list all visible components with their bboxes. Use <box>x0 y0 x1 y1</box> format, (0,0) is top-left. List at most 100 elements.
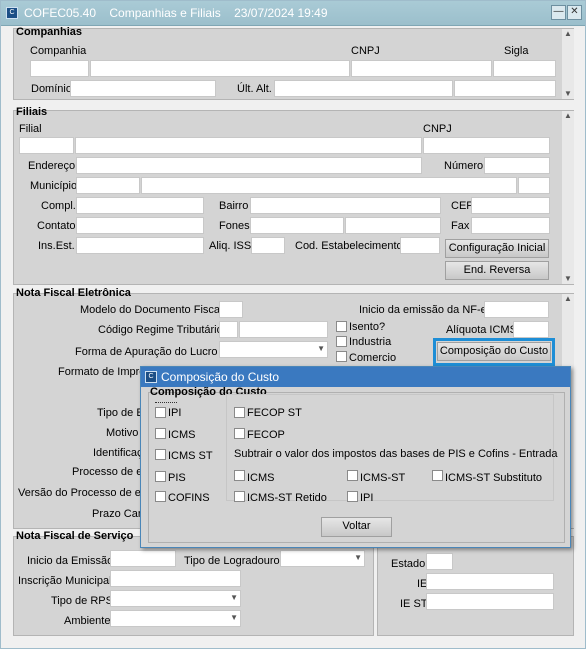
inscricao-municipal-label: Inscrição Municipal <box>18 575 112 587</box>
fax-input[interactable] <box>471 217 550 234</box>
dominio-input[interactable] <box>70 80 216 97</box>
minimize-button[interactable]: — <box>551 5 566 20</box>
modelo-documento-label: Modelo do Documento Fiscal <box>80 304 223 316</box>
inicio-emissao-nfe-label: Inicio da emissão da NF-e <box>359 304 487 316</box>
aliquota-icms-label: Alíquota ICMS <box>446 324 517 336</box>
dialog-titlebar: C Composição do Custo <box>141 367 570 387</box>
formato-impressao-label: Formato de Impre <box>58 366 146 378</box>
inscricao-municipal-input[interactable] <box>110 570 241 587</box>
companhia-label: Companhia <box>30 45 87 57</box>
chevron-down-icon[interactable]: ▼ <box>230 613 238 622</box>
compl-input[interactable] <box>76 197 204 214</box>
companhias-scrollbar[interactable]: ▲ ▼ <box>562 29 574 99</box>
ambiente-select[interactable]: ▼ <box>110 610 241 627</box>
aliq-iss-input[interactable] <box>251 237 285 254</box>
regime-tributario-code-input[interactable] <box>219 321 238 338</box>
pis-checkbox[interactable] <box>155 471 166 482</box>
scroll-up-icon[interactable]: ▲ <box>562 111 574 121</box>
isento-checkbox[interactable] <box>336 321 347 332</box>
inicio-emissao-nfs-input[interactable] <box>110 550 176 567</box>
ipi-label: IPI <box>168 407 182 419</box>
subtrair-icms-st-substituto-checkbox[interactable] <box>432 470 443 481</box>
sigla-input[interactable] <box>493 60 556 77</box>
ipi-checkbox[interactable] <box>155 407 166 418</box>
configuracao-inicial-button[interactable]: Configuração Inicial <box>445 239 549 258</box>
cep-input[interactable] <box>471 197 550 214</box>
companhia-cnpj-input[interactable] <box>351 60 492 77</box>
numero-input[interactable] <box>484 157 550 174</box>
numero-label: Número <box>444 160 484 172</box>
nfs-section-title: Nota Fiscal de Serviço <box>16 530 134 542</box>
regime-tributario-desc-input[interactable] <box>239 321 328 338</box>
ult-alt-input[interactable] <box>274 80 453 97</box>
subtrair-ipi-label: IPI <box>360 492 374 504</box>
subtrair-icms-st-retido-checkbox[interactable] <box>234 491 245 502</box>
scroll-up-icon[interactable]: ▲ <box>562 294 574 304</box>
processo-emissao-label: Processo de e <box>72 466 143 478</box>
aliquota-icms-input[interactable] <box>513 321 549 338</box>
municipio-code-input[interactable] <box>76 177 140 194</box>
modelo-documento-input[interactable] <box>219 301 243 318</box>
filiais-section-title: Filiais <box>16 106 48 118</box>
comercio-checkbox[interactable] <box>336 351 347 362</box>
filial-name-input[interactable] <box>75 137 422 154</box>
fax-label: Fax <box>451 220 470 232</box>
inicio-emissao-nfe-input[interactable] <box>484 301 549 318</box>
forma-apuracao-label: Forma de Apuração do Lucro <box>75 346 218 358</box>
minimize-icon: — <box>553 6 564 17</box>
focus-indicator <box>155 402 177 403</box>
municipio-name-input[interactable] <box>141 177 517 194</box>
industria-checkbox[interactable] <box>336 336 347 347</box>
cod-estabelecimento-input[interactable] <box>400 237 440 254</box>
ult-alt-user-input[interactable] <box>454 80 556 97</box>
icms-checkbox[interactable] <box>155 428 166 439</box>
ie-st-input[interactable] <box>426 593 554 610</box>
scroll-up-icon[interactable]: ▲ <box>562 29 574 39</box>
pis-label: PIS <box>168 472 186 484</box>
bairro-input[interactable] <box>250 197 441 214</box>
icms-st-label: ICMS ST <box>168 450 213 462</box>
scroll-down-icon[interactable]: ▼ <box>562 89 574 99</box>
filiais-scrollbar[interactable]: ▲ ▼ <box>562 111 574 284</box>
close-button[interactable]: ✕ <box>567 5 582 20</box>
ins-est-label: Ins.Est. <box>38 240 75 252</box>
municipio-uf-input[interactable] <box>518 177 550 194</box>
filial-cnpj-input[interactable] <box>423 137 550 154</box>
tipo-rps-label: Tipo de RPS <box>51 595 113 607</box>
window-title: COFEC05.40 Companhias e Filiais 23/07/20… <box>24 6 328 20</box>
ie-st-label: IE ST <box>400 598 428 610</box>
chevron-down-icon[interactable]: ▼ <box>354 553 362 562</box>
subtrair-ipi-checkbox[interactable] <box>347 491 358 502</box>
chevron-down-icon[interactable]: ▼ <box>317 344 325 353</box>
composicao-custo-button[interactable]: Composição do Custo <box>437 342 551 361</box>
fones-input-1[interactable] <box>250 217 344 234</box>
fones-input-2[interactable] <box>345 217 441 234</box>
companhia-name-input[interactable] <box>90 60 350 77</box>
versao-processo-label: Versão do Processo de e <box>18 487 141 499</box>
regime-tributario-label: Código Regime Tributário <box>98 324 223 336</box>
scroll-down-icon[interactable]: ▼ <box>562 274 574 284</box>
companhia-code-input[interactable] <box>30 60 89 77</box>
cofins-checkbox[interactable] <box>155 491 166 502</box>
dialog-title: Composição do Custo <box>161 370 280 384</box>
filial-code-input[interactable] <box>19 137 74 154</box>
chevron-down-icon[interactable]: ▼ <box>230 593 238 602</box>
contato-input[interactable] <box>76 217 204 234</box>
tipo-logradouro-select[interactable]: ▼ <box>280 550 365 567</box>
icms-st-checkbox[interactable] <box>155 449 166 460</box>
endereco-input[interactable] <box>76 157 422 174</box>
subtrair-icms-st-checkbox[interactable] <box>347 470 358 481</box>
fecop-st-checkbox[interactable] <box>234 407 245 418</box>
companhias-section-title: Companhias <box>16 26 83 38</box>
subtrair-icms-checkbox[interactable] <box>234 470 245 481</box>
subtrair-icms-st-label: ICMS-ST <box>360 472 406 484</box>
estado-input[interactable] <box>426 553 453 570</box>
forma-apuracao-select[interactable]: ▼ <box>219 341 328 358</box>
fecop-checkbox[interactable] <box>234 428 245 439</box>
contato-label: Contato <box>37 220 76 232</box>
voltar-button[interactable]: Voltar <box>321 517 392 537</box>
end-reversa-button[interactable]: End. Reversa <box>445 261 549 280</box>
ie-input[interactable] <box>426 573 554 590</box>
ins-est-input[interactable] <box>76 237 204 254</box>
tipo-rps-select[interactable]: ▼ <box>110 590 241 607</box>
